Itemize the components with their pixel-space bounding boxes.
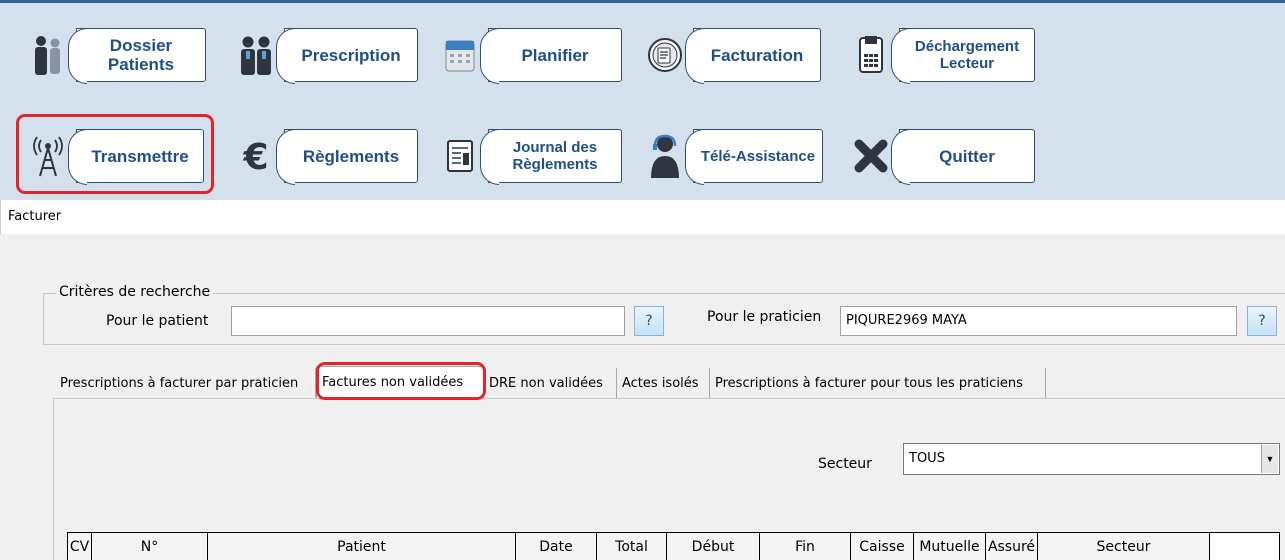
reglements-button[interactable]: € Règlements <box>228 128 418 185</box>
svg-text:€: € <box>242 137 268 176</box>
praticien-input[interactable]: PIQURE2969 MAYA <box>840 306 1237 336</box>
tab-prescriptions-tous-praticiens[interactable]: Prescriptions à facturer pour tous les p… <box>710 368 1046 398</box>
tab-actes-isoles[interactable]: Actes isolés <box>617 368 710 398</box>
dropdown-arrow-icon[interactable]: ▼ <box>1261 445 1278 473</box>
dechargement-lecteur-button[interactable]: Déchargement Lecteur <box>843 27 1035 84</box>
tele-assistance-label: Télé-Assistance <box>700 147 816 165</box>
tele-assistance-button[interactable]: Télé-Assistance <box>637 128 823 185</box>
tab-prescriptions-par-praticien[interactable]: Prescriptions à facturer par praticien <box>55 368 316 398</box>
patient-input[interactable] <box>231 306 625 336</box>
tab-dre-non-validees[interactable]: DRE non validées <box>484 368 617 398</box>
col-assure[interactable]: Assuré <box>986 533 1038 560</box>
col-date[interactable]: Date <box>516 533 597 560</box>
table-header: CV N° Patient Date Total Début Fin Caiss… <box>67 532 1280 560</box>
transmettre-label: Transmettre <box>91 146 189 166</box>
quitter-button[interactable]: Quitter <box>843 128 1035 185</box>
dechargement-label-2: Lecteur <box>939 55 995 72</box>
facturation-button[interactable]: Facturation <box>637 27 821 84</box>
dossier-patients-label-2: Patients <box>107 55 175 74</box>
reglements-label: Règlements <box>302 146 400 166</box>
tab-label: Prescriptions à facturer par praticien <box>60 375 299 391</box>
col-debut[interactable]: Début <box>667 533 760 560</box>
col-fin[interactable]: Fin <box>760 533 851 560</box>
secteur-label: Secteur <box>818 456 872 472</box>
prescription-button[interactable]: Prescription <box>228 27 418 84</box>
col-mutuelle[interactable]: Mutuelle <box>914 533 986 560</box>
col-caisse[interactable]: Caisse <box>851 533 914 560</box>
active-tab-highlight <box>316 362 486 400</box>
patient-label: Pour le patient <box>106 313 209 329</box>
dossier-patients-label-1: Dossier <box>109 36 173 55</box>
praticien-label: Pour le praticien <box>707 309 822 325</box>
journal-reglements-button[interactable]: Journal des Règlements <box>432 128 622 185</box>
col-spacer <box>1210 533 1279 560</box>
facturation-label: Facturation <box>710 45 804 65</box>
planifier-label: Planifier <box>521 45 589 65</box>
col-total[interactable]: Total <box>597 533 667 560</box>
tab-label: Prescriptions à facturer pour tous les p… <box>715 375 1023 391</box>
journal-label-1: Journal des <box>512 139 598 156</box>
facturer-window: Critères de recherche Pour le patient ? … <box>0 234 1285 560</box>
col-numero[interactable]: N° <box>92 533 208 560</box>
dechargement-label-1: Déchargement <box>914 38 1020 55</box>
criteria-legend: Critères de recherche <box>56 284 214 300</box>
journal-label-2: Règlements <box>512 156 598 173</box>
prescription-label: Prescription <box>301 45 401 65</box>
quitter-label: Quitter <box>939 146 995 166</box>
col-cv[interactable]: CV <box>68 533 92 560</box>
patient-help-button[interactable]: ? <box>634 306 664 336</box>
col-secteur[interactable]: Secteur <box>1038 533 1210 560</box>
praticien-help-button[interactable]: ? <box>1247 306 1277 336</box>
col-patient[interactable]: Patient <box>208 533 516 560</box>
tab-label: DRE non validées <box>489 375 603 391</box>
planifier-button[interactable]: Planifier <box>432 27 622 84</box>
dossier-patients-button[interactable]: Dossier Patients <box>20 27 206 84</box>
secteur-value: TOUS <box>909 451 945 466</box>
window-title: Facturer <box>8 209 62 224</box>
tab-label: Actes isolés <box>622 375 699 391</box>
secteur-select[interactable]: TOUS ▼ <box>903 443 1280 475</box>
window-titlebar: Facturer <box>0 200 1285 234</box>
